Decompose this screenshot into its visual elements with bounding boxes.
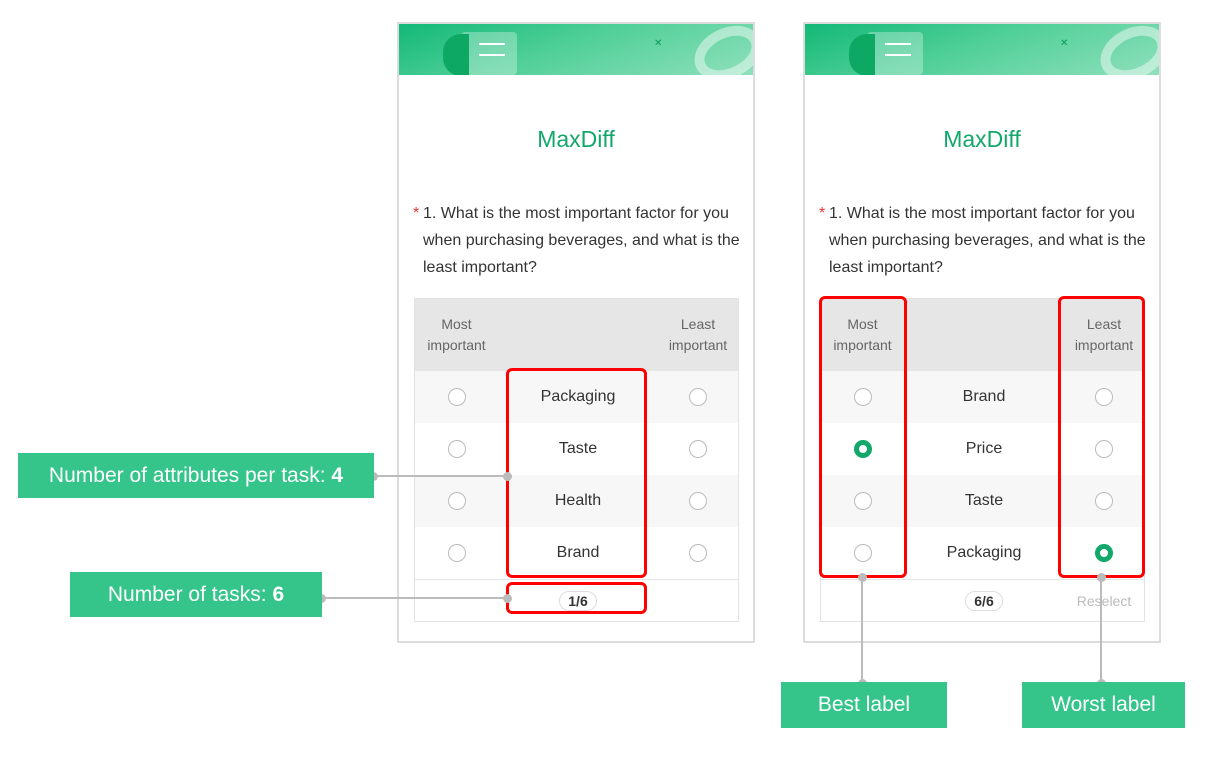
connector-line: [322, 597, 508, 599]
attribute-label: Brand: [962, 388, 1006, 405]
label-text: Number of tasks:: [107, 582, 273, 606]
connector-line: [374, 475, 508, 477]
question-label: 1. What is the most important factor for…: [423, 205, 740, 276]
sparkle-icon: ✕: [1060, 38, 1069, 49]
reselect-button[interactable]: Reselect: [1077, 593, 1131, 609]
connector-line: [861, 577, 863, 683]
most-important-radio[interactable]: [447, 388, 466, 406]
best-label: Best label: [781, 682, 947, 728]
decoration-icon: [685, 24, 753, 75]
logo-icon: [443, 34, 469, 75]
worst-label: Worst label: [1022, 682, 1185, 728]
label-value: 4: [331, 463, 344, 487]
attribute-label: Taste: [964, 492, 1004, 509]
logo-icon: [849, 34, 875, 75]
connector-dot: [1097, 573, 1106, 582]
question-text: * 1. What is the most important factor fo…: [413, 200, 748, 281]
list-icon: [461, 32, 517, 75]
connector-dot: [503, 472, 512, 481]
connector-dot: [503, 594, 512, 603]
connector-dot: [858, 573, 867, 582]
best-column-highlight: [819, 296, 907, 578]
required-mark: *: [819, 205, 826, 222]
most-important-radio[interactable]: [447, 544, 466, 562]
attributes-per-task-label: Number of attributes per task: 4: [18, 453, 374, 498]
header-banner: ✕: [805, 24, 1159, 75]
most-important-radio[interactable]: [447, 492, 466, 510]
least-important-radio[interactable]: [689, 544, 707, 562]
attributes-highlight: [506, 368, 647, 578]
decoration-icon: [1091, 24, 1159, 75]
connector-line: [1100, 577, 1102, 683]
task-pager: 6/6: [965, 590, 1003, 611]
tasks-highlight: [506, 582, 647, 614]
question-label: 1. What is the most important factor for…: [829, 205, 1146, 276]
most-important-radio[interactable]: [447, 440, 466, 458]
worst-column-highlight: [1058, 296, 1145, 578]
header-banner: ✕: [399, 24, 753, 75]
list-icon: [867, 32, 923, 75]
label-value: 6: [272, 582, 285, 606]
least-important-header: Least important: [668, 316, 728, 353]
least-important-radio[interactable]: [689, 388, 707, 406]
sparkle-icon: ✕: [654, 38, 663, 49]
survey-title: MaxDiff: [943, 126, 1021, 152]
least-important-radio[interactable]: [689, 440, 707, 458]
survey-title: MaxDiff: [537, 126, 615, 152]
number-of-tasks-label: Number of tasks: 6: [70, 572, 322, 617]
least-important-radio[interactable]: [689, 492, 707, 510]
label-text: Number of attributes per task:: [48, 463, 332, 487]
attribute-label: Price: [965, 440, 1003, 457]
question-text: * 1. What is the most important factor fo…: [819, 200, 1154, 281]
attribute-label: Packaging: [946, 544, 1022, 561]
required-mark: *: [413, 205, 420, 222]
most-important-header: Most important: [427, 316, 486, 353]
